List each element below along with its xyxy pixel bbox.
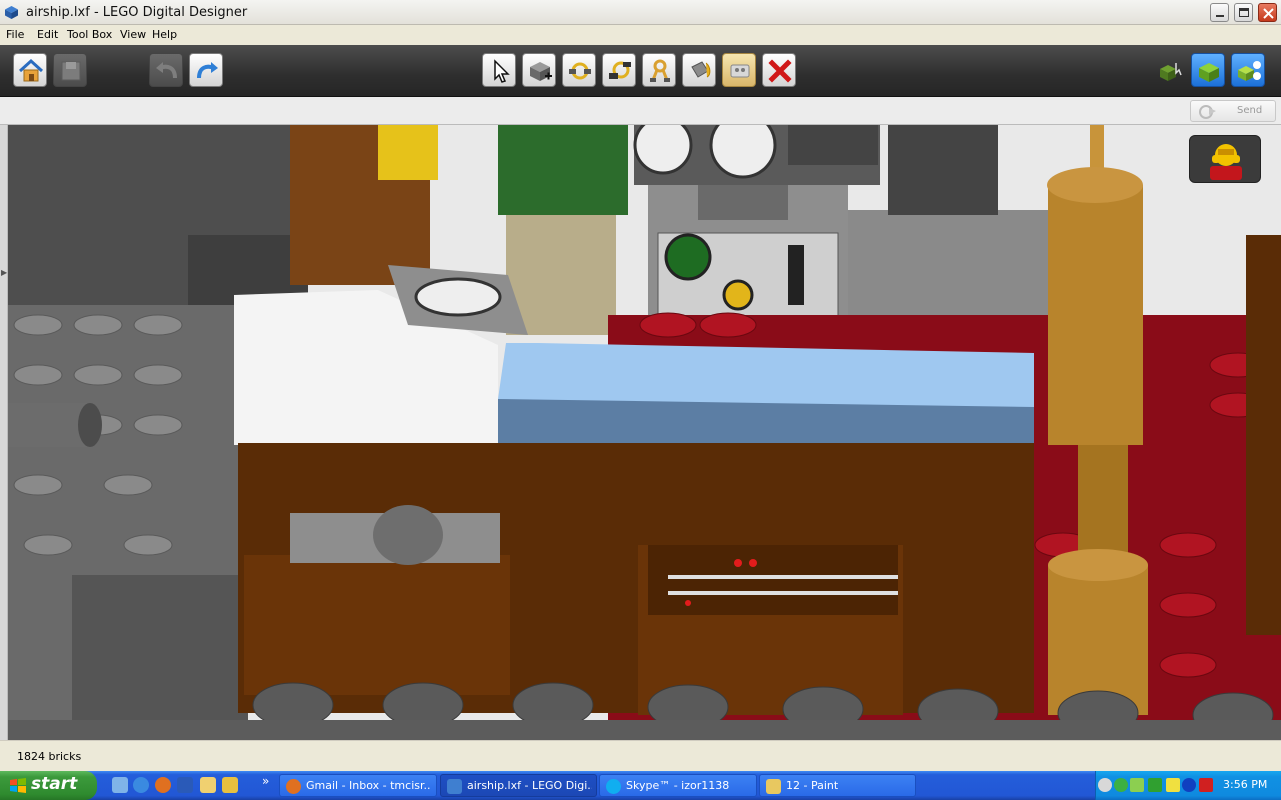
home-button[interactable] (13, 53, 47, 87)
lego-scene-render[interactable] (8, 125, 1281, 740)
security-icon[interactable] (1114, 778, 1128, 792)
title-bar[interactable]: airship.lxf - LEGO Digital Designer (0, 0, 1281, 25)
antivirus-icon[interactable] (1199, 778, 1213, 792)
task-label: 12 - Paint (786, 779, 839, 792)
hinge-align-button[interactable] (602, 53, 636, 87)
paint-icon (766, 779, 781, 794)
firefox-icon[interactable] (155, 777, 171, 793)
save-button[interactable] (53, 53, 87, 87)
brick-count: 1824 bricks (17, 750, 82, 763)
expand-arrow-icon[interactable]: ▶ (1, 268, 7, 277)
hide-tool-icon (730, 64, 750, 78)
redo-button[interactable] (189, 53, 223, 87)
select-cursor-icon (494, 59, 510, 83)
hinge-tool-icon (569, 62, 591, 80)
minifig-toggle-button[interactable] (1189, 135, 1261, 183)
close-button[interactable] (1258, 3, 1277, 22)
status-bar: 1824 bricks (0, 740, 1281, 771)
undo-icon (156, 62, 177, 79)
firefox-icon (286, 779, 301, 794)
menu-edit[interactable]: Edit (37, 28, 58, 41)
save-icon (61, 61, 81, 81)
palette-collapse-strip[interactable]: ▶ (0, 125, 8, 740)
app-window: airship.lxf - LEGO Digital Designer File… (0, 0, 1281, 771)
build-mode-button[interactable] (1152, 53, 1186, 87)
paint-tool-button[interactable] (682, 53, 716, 87)
task-gmail[interactable]: Gmail - Inbox - tmcisr... (279, 774, 437, 797)
minimize-button[interactable] (1210, 3, 1229, 22)
minimize-icon (1216, 15, 1224, 17)
menu-file[interactable]: File (6, 28, 24, 41)
delete-icon (768, 59, 792, 83)
folder-icon[interactable] (200, 777, 216, 793)
clone-brick-icon (530, 62, 552, 81)
flex-tool-button[interactable] (642, 53, 676, 87)
network-icon[interactable] (1130, 778, 1144, 792)
skype-icon (606, 779, 621, 794)
delete-tool-button[interactable] (762, 53, 796, 87)
menu-view[interactable]: View (120, 28, 146, 41)
quicklaunch-overflow[interactable]: » (262, 774, 269, 788)
word-icon[interactable] (177, 777, 193, 793)
lego-app-icon (5, 6, 18, 19)
bluetooth-icon[interactable] (1182, 778, 1196, 792)
select-tool-button[interactable] (482, 53, 516, 87)
send-button[interactable]: Send (1190, 100, 1276, 122)
windows-logo-icon (10, 778, 26, 793)
maximize-button[interactable] (1234, 3, 1253, 22)
build-mode-icon (1160, 63, 1182, 81)
3d-viewport[interactable] (8, 125, 1281, 740)
show-desktop-icon[interactable] (112, 777, 128, 793)
flex-tool-icon (650, 59, 670, 82)
menu-help[interactable]: Help (152, 28, 177, 41)
system-tray: 3:56 PM (1095, 771, 1281, 800)
ie-icon[interactable] (133, 777, 149, 793)
main-toolbar (0, 45, 1281, 97)
redo-icon (197, 62, 218, 79)
clone-tool-button[interactable] (522, 53, 556, 87)
signal-icon[interactable] (1148, 778, 1162, 792)
start-button[interactable]: start (0, 771, 97, 800)
clock[interactable]: 3:56 PM (1223, 778, 1267, 791)
paint-bucket-icon (691, 61, 711, 78)
task-label: Skype™ - izor1138 (626, 779, 730, 792)
task-skype[interactable]: Skype™ - izor1138 (599, 774, 757, 797)
maximize-icon (1239, 8, 1249, 17)
undo-button[interactable] (149, 53, 183, 87)
building-guide-button[interactable] (1231, 53, 1265, 87)
hinge-tool-button[interactable] (562, 53, 596, 87)
building-guide-icon (1238, 61, 1261, 81)
task-label: airship.lxf - LEGO Digi... (467, 779, 592, 792)
task-paint[interactable]: 12 - Paint (759, 774, 916, 797)
hide-tool-button[interactable] (722, 53, 756, 87)
task-label: Gmail - Inbox - tmcisr... (306, 779, 431, 792)
secondary-toolbar: Send (0, 97, 1281, 125)
send-label: Send (1237, 105, 1263, 116)
windows-taskbar: start » Gmail - Inbox - tmcisr... airshi… (0, 771, 1281, 800)
close-icon (1263, 8, 1274, 19)
task-lego-designer[interactable]: airship.lxf - LEGO Digi... (440, 774, 597, 797)
notes-tray-icon[interactable] (1166, 778, 1180, 792)
lego-icon (447, 779, 462, 794)
view-mode-icon (1199, 63, 1219, 82)
hinge-align-icon (609, 61, 631, 79)
notes-icon[interactable] (222, 777, 238, 793)
minifig-head-icon (1210, 144, 1242, 180)
view-mode-button[interactable] (1191, 53, 1225, 87)
menu-bar: File Edit Tool Box View Help (0, 25, 1281, 45)
send-icon (1199, 105, 1216, 119)
tray-expand-icon[interactable] (1098, 778, 1112, 792)
home-icon (18, 58, 44, 82)
window-title: airship.lxf - LEGO Digital Designer (26, 5, 248, 20)
start-label: start (31, 774, 78, 794)
menu-toolbox[interactable]: Tool Box (67, 28, 112, 41)
